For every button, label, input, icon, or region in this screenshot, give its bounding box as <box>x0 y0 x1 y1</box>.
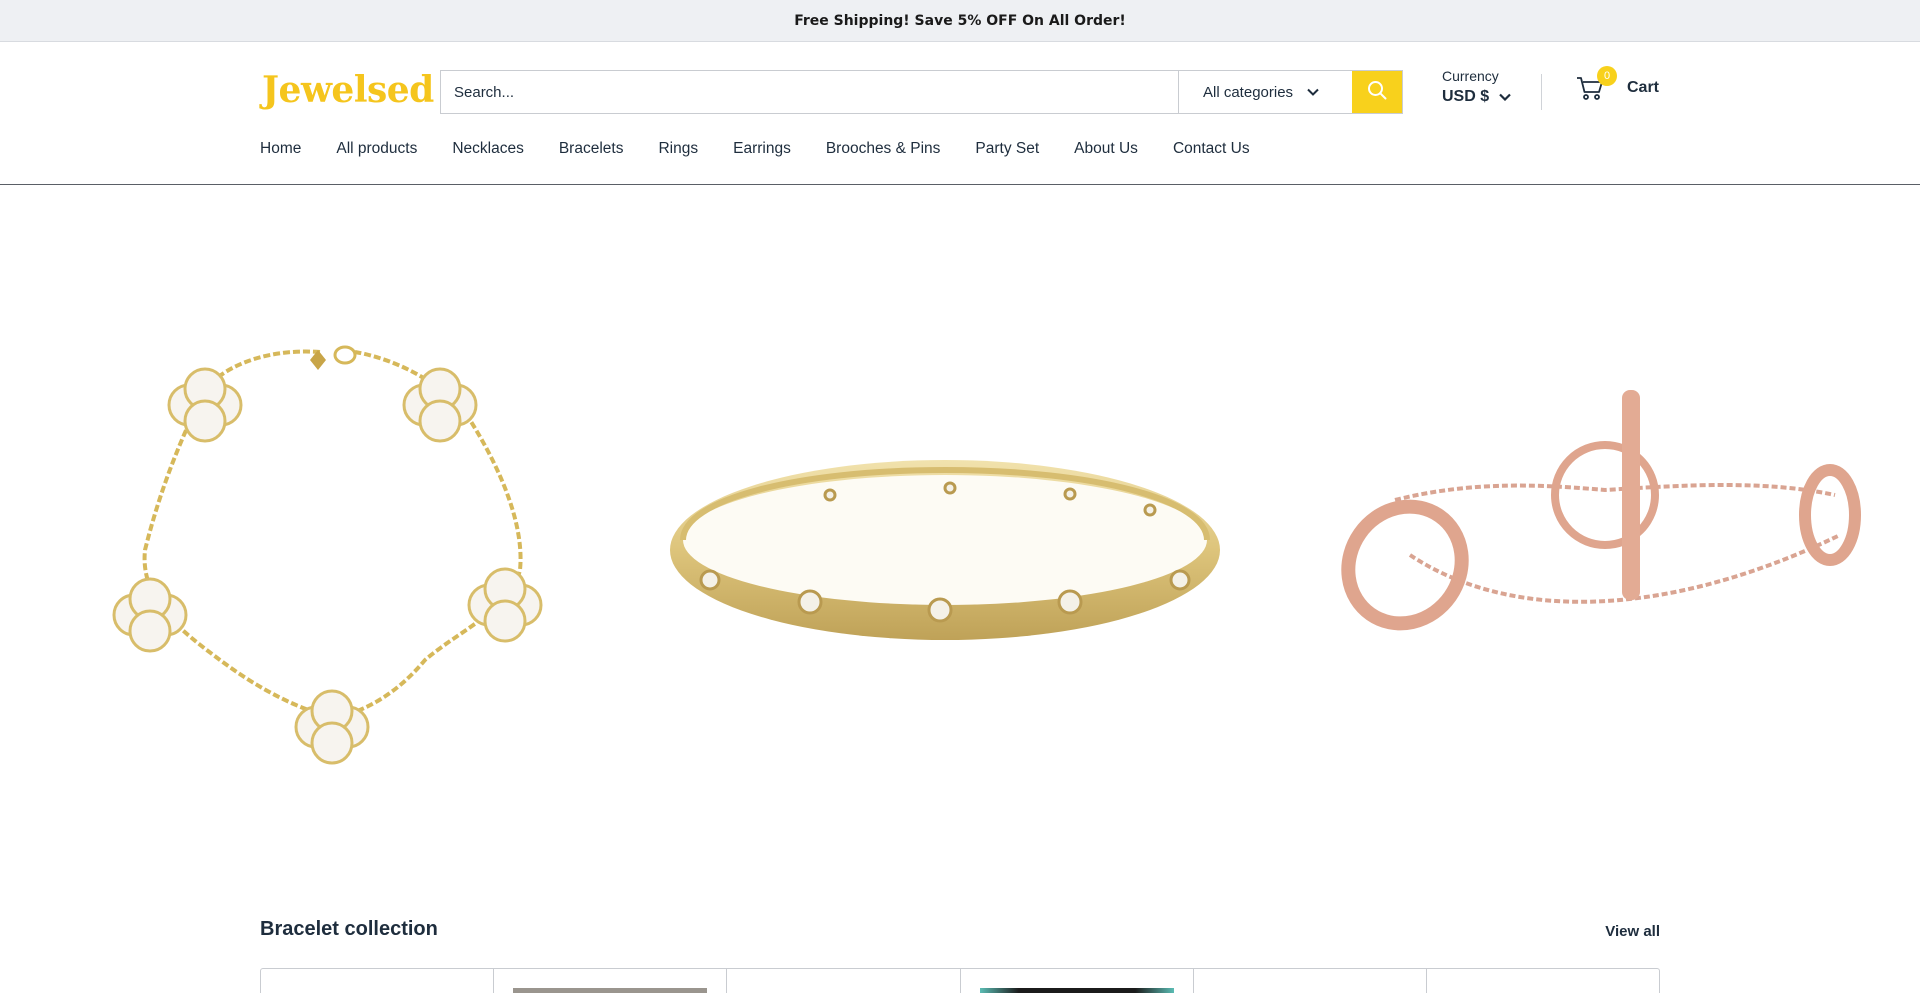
section-title: Bracelet collection <box>260 918 438 940</box>
header-border <box>0 184 1920 185</box>
nav-item-earrings[interactable]: Earrings <box>733 140 791 164</box>
product-card[interactable] <box>961 969 1194 993</box>
product-grid <box>260 968 1660 993</box>
nav-item-brooches-pins[interactable]: Brooches & Pins <box>826 140 941 164</box>
currency-label: Currency <box>1442 68 1499 84</box>
nav-item-necklaces[interactable]: Necklaces <box>452 140 524 164</box>
nav-item-about-us[interactable]: About Us <box>1074 140 1138 164</box>
category-select-value: All categories <box>1203 83 1294 101</box>
announcement-bar: Free Shipping! Save 5% OFF On All Order! <box>0 0 1920 42</box>
hero-image-gold-bangle[interactable] <box>665 450 1225 650</box>
product-card[interactable] <box>494 969 728 993</box>
product-thumbnail <box>513 988 708 993</box>
hero-image-rose-gold-chain-bracelet[interactable] <box>1315 385 1875 645</box>
cart-label: Cart <box>1627 79 1660 96</box>
product-card[interactable] <box>1194 969 1427 993</box>
nav-item-all-products[interactable]: All products <box>336 140 417 164</box>
product-card[interactable] <box>261 969 495 993</box>
nav-item-rings[interactable]: Rings <box>658 140 698 164</box>
chevron-down-icon <box>1307 88 1319 96</box>
search-icon <box>1367 80 1387 104</box>
hero-image-clover-bracelet[interactable] <box>100 330 570 790</box>
cart-link[interactable]: 0 Cart <box>1576 66 1660 102</box>
product-card[interactable] <box>1427 969 1659 993</box>
header-divider <box>1541 74 1542 110</box>
currency-value: USD $ <box>1442 88 1490 105</box>
chevron-down-icon <box>1499 93 1511 101</box>
cart-count-badge: 0 <box>1597 66 1617 86</box>
currency-value-row[interactable]: USD $ <box>1442 88 1511 106</box>
nav-item-home[interactable]: Home <box>260 140 301 164</box>
currency-selector[interactable]: Currency USD $ <box>1442 68 1511 106</box>
search-bar: All categories <box>440 70 1403 114</box>
product-card[interactable] <box>727 969 961 993</box>
view-all-link[interactable]: View all <box>1605 923 1660 940</box>
main-nav: Home All products Necklaces Bracelets Ri… <box>260 140 1285 164</box>
product-thumbnail <box>979 988 1174 993</box>
store-logo[interactable]: Jewelsed <box>262 64 434 116</box>
nav-item-bracelets[interactable]: Bracelets <box>559 140 624 164</box>
nav-item-party-set[interactable]: Party Set <box>975 140 1039 164</box>
nav-item-contact-us[interactable]: Contact Us <box>1173 140 1250 164</box>
category-select[interactable]: All categories <box>1178 71 1352 113</box>
cart-icon: 0 <box>1576 66 1617 102</box>
search-button[interactable] <box>1352 71 1402 113</box>
search-input[interactable] <box>441 71 1178 113</box>
logo-text: Jewelsed <box>262 69 434 111</box>
announcement-text: Free Shipping! Save 5% OFF On All Order! <box>794 12 1126 29</box>
